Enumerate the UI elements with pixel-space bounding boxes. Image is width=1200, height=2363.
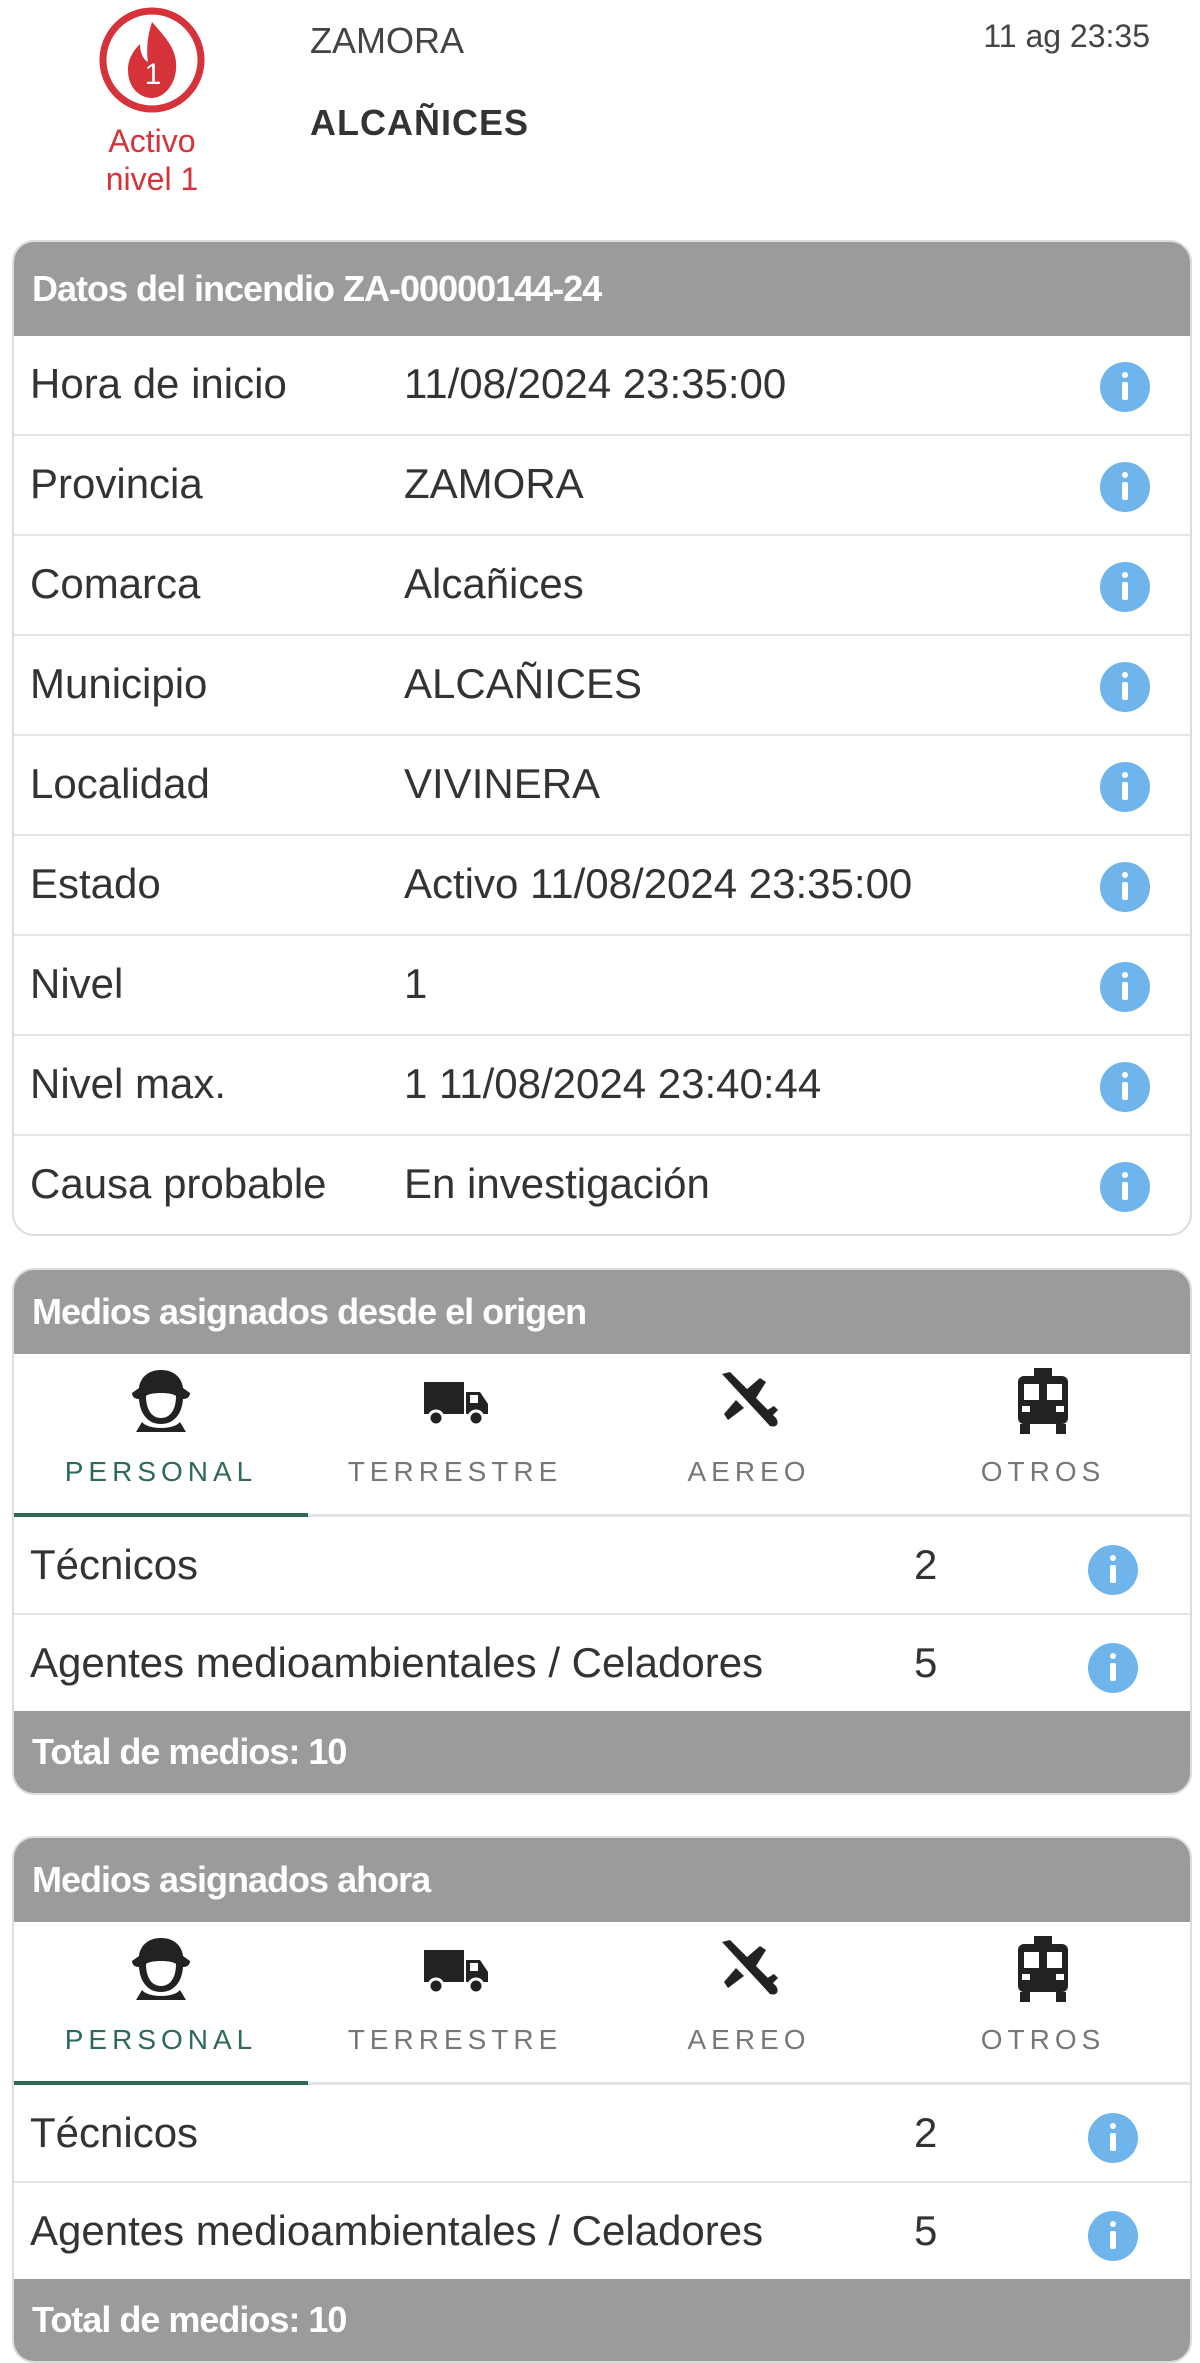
row-label: Estado	[30, 860, 161, 907]
tab-personal[interactable]: PERSONAL	[14, 1922, 308, 2085]
row-label: Comarca	[30, 560, 201, 607]
tab-terrestre[interactable]: TERRESTRE	[308, 1922, 602, 2082]
incident-row: Nivel max. 1 11/08/2024 23:40:44	[14, 1034, 1190, 1134]
origin-resource-tabs: PERSONAL TERRESTRE AEREO OTROS	[14, 1354, 1190, 1517]
current-resources-total: Total de medios: 10	[14, 2279, 1190, 2361]
row-value: En investigación	[404, 1160, 710, 1207]
plane-icon	[722, 1372, 778, 1427]
tab-label: AEREO	[687, 1456, 811, 1487]
origin-resources-total: Total de medios: 10	[14, 1711, 1190, 1793]
tab-otros[interactable]: OTROS	[896, 1922, 1190, 2082]
tab-label: TERRESTRE	[347, 2024, 563, 2055]
incident-row: Nivel 1	[14, 934, 1190, 1034]
row-label: Municipio	[30, 660, 208, 707]
row-label: Hora de inicio	[30, 360, 287, 407]
row-value: Activo 11/08/2024 23:35:00	[404, 860, 913, 907]
current-resource-list: Técnicos 2 Agentes medioambientales / Cel…	[14, 2085, 1190, 2279]
incident-datetime: 11 ag 23:35	[983, 18, 1150, 54]
province-name: ZAMORA	[310, 20, 465, 61]
incident-row: Provincia ZAMORA	[14, 434, 1190, 534]
resource-row: Técnicos 2	[14, 2085, 1190, 2181]
info-icon[interactable]	[1100, 562, 1150, 612]
resource-label: Técnicos	[30, 1541, 199, 1588]
row-value: 1	[404, 960, 428, 1007]
row-value: ZAMORA	[404, 460, 584, 507]
incident-data-list: Hora de inicio 11/08/2024 23:35:00 Provin…	[14, 336, 1190, 1234]
info-icon[interactable]	[1100, 762, 1150, 812]
resource-count: 2	[914, 1541, 938, 1588]
firefighter-icon	[132, 1938, 190, 2000]
current-resources-title: Medios asignados ahora	[14, 1838, 1190, 1922]
row-label: Causa probable	[30, 1160, 327, 1207]
vehicle-icon	[1018, 1368, 1068, 1434]
vehicle-icon	[1018, 1936, 1068, 2002]
resource-row: Agentes medioambientales / Celadores 5	[14, 2181, 1190, 2279]
origin-resources-title: Medios asignados desde el origen	[14, 1270, 1190, 1354]
resource-label: Técnicos	[30, 2109, 199, 2156]
tab-aereo[interactable]: AEREO	[602, 1922, 896, 2082]
row-label: Nivel	[30, 960, 124, 1007]
incident-row: Estado Activo 11/08/2024 23:35:00	[14, 834, 1190, 934]
firefighter-icon	[132, 1370, 190, 1432]
info-icon[interactable]	[1100, 862, 1150, 912]
info-icon[interactable]	[1088, 2113, 1138, 2163]
truck-icon	[424, 1950, 488, 1995]
status-line-1: Activo	[108, 123, 196, 159]
info-icon[interactable]	[1100, 1162, 1150, 1212]
info-icon[interactable]	[1088, 1643, 1138, 1693]
incident-row: Hora de inicio 11/08/2024 23:35:00	[14, 336, 1190, 434]
tab-label: OTROS	[980, 2024, 1106, 2055]
resource-row: Agentes medioambientales / Celadores 5	[14, 1613, 1190, 1711]
row-value: ALCAÑICES	[404, 660, 643, 707]
incident-header: 1 Activo nivel 1 ZAMORA ALCAÑICES 11 ag …	[0, 0, 1200, 230]
fire-level-number: 1	[145, 58, 162, 91]
tab-otros[interactable]: OTROS	[896, 1354, 1190, 1514]
tab-aereo[interactable]: AEREO	[602, 1354, 896, 1514]
incident-data-title: Datos del incendio ZA-00000144-24	[14, 242, 1190, 336]
row-label: Localidad	[30, 760, 210, 807]
tab-label: PERSONAL	[64, 2024, 258, 2055]
row-value: VIVINERA	[404, 760, 601, 807]
origin-resource-list: Técnicos 2 Agentes medioambientales / Cel…	[14, 1517, 1190, 1711]
tab-terrestre[interactable]: TERRESTRE	[308, 1354, 602, 1514]
info-icon[interactable]	[1088, 1545, 1138, 1595]
row-label: Provincia	[30, 460, 203, 507]
tab-label: OTROS	[980, 1456, 1106, 1487]
resource-row: Técnicos 2	[14, 1517, 1190, 1613]
tab-label: TERRESTRE	[347, 1456, 563, 1487]
info-icon[interactable]	[1100, 1062, 1150, 1112]
truck-icon	[424, 1382, 488, 1427]
resource-count: 5	[914, 2207, 938, 2254]
status-label: Activo nivel 1	[62, 122, 242, 198]
origin-resources-card: Medios asignados desde el origen PERSONA…	[12, 1268, 1192, 1795]
municipality-name: ALCAÑICES	[310, 102, 530, 143]
incident-row: Comarca Alcañices	[14, 534, 1190, 634]
tab-label: PERSONAL	[64, 1456, 258, 1487]
info-icon[interactable]	[1100, 662, 1150, 712]
row-value: 1 11/08/2024 23:40:44	[404, 1060, 822, 1107]
info-icon[interactable]	[1100, 362, 1150, 412]
row-value: Alcañices	[404, 560, 584, 607]
tab-label: AEREO	[687, 2024, 811, 2055]
fire-level-icon: 1	[99, 7, 205, 113]
incident-row: Municipio ALCAÑICES	[14, 634, 1190, 734]
info-icon[interactable]	[1100, 462, 1150, 512]
resource-count: 5	[914, 1639, 938, 1686]
resource-label: Agentes medioambientales / Celadores	[30, 1639, 764, 1686]
current-resources-card: Medios asignados ahora PERSONAL TERRESTR…	[12, 1836, 1192, 2363]
info-icon[interactable]	[1100, 962, 1150, 1012]
row-value: 11/08/2024 23:35:00	[404, 360, 787, 407]
status-line-2: nivel 1	[105, 161, 199, 197]
resource-label: Agentes medioambientales / Celadores	[30, 2207, 764, 2254]
incident-row: Localidad VIVINERA	[14, 734, 1190, 834]
tab-personal[interactable]: PERSONAL	[14, 1354, 308, 1517]
info-icon[interactable]	[1088, 2211, 1138, 2261]
resource-count: 2	[914, 2109, 938, 2156]
incident-data-card: Datos del incendio ZA-00000144-24 Hora d…	[12, 240, 1192, 1236]
incident-row: Causa probable En investigación	[14, 1134, 1190, 1234]
row-label: Nivel max.	[30, 1060, 227, 1107]
current-resource-tabs: PERSONAL TERRESTRE AEREO OTROS	[14, 1922, 1190, 2085]
plane-icon	[722, 1940, 778, 1995]
